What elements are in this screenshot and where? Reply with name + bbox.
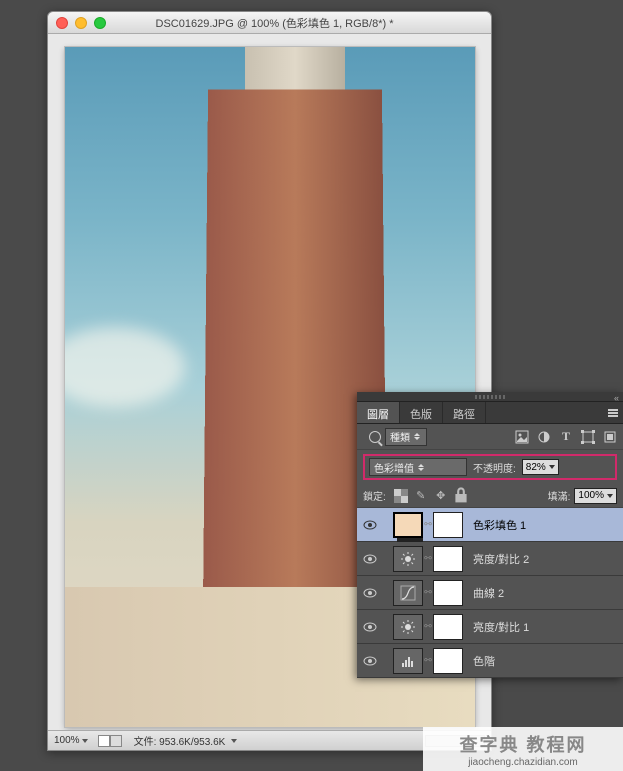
tab-paths[interactable]: 路徑 bbox=[443, 402, 486, 423]
link-icon[interactable]: ⚯ bbox=[423, 580, 433, 606]
fill-label: 填滿: bbox=[548, 488, 571, 503]
filter-shape-icon[interactable] bbox=[581, 430, 595, 444]
layer-name[interactable]: 色彩填色 1 bbox=[473, 517, 526, 533]
panel-grip[interactable]: « bbox=[357, 392, 623, 402]
mask-thumbnail[interactable] bbox=[433, 648, 463, 674]
layer-thumbnail[interactable] bbox=[393, 580, 423, 606]
tab-layers[interactable]: 圖層 bbox=[357, 402, 400, 423]
layer-name[interactable]: 亮度/對比 2 bbox=[473, 551, 529, 567]
window-title: DSC01629.JPG @ 100% (色彩填色 1, RGB/8*) * bbox=[66, 15, 483, 31]
link-icon[interactable]: ⚯ bbox=[423, 512, 433, 538]
visibility-toggle[interactable] bbox=[361, 584, 379, 602]
visibility-toggle[interactable] bbox=[361, 550, 379, 568]
layer-thumbnail[interactable] bbox=[393, 546, 423, 572]
layers-list: ⚯ 色彩填色 1 ⚯ 亮度/對比 2 ⚯ 曲線 2 bbox=[357, 508, 623, 678]
preview-mode-icons[interactable] bbox=[98, 735, 122, 747]
lock-all-icon[interactable] bbox=[454, 489, 468, 503]
layer-name[interactable]: 曲線 2 bbox=[473, 585, 504, 601]
layer-row[interactable]: ⚯ 亮度/對比 2 bbox=[357, 542, 623, 576]
visibility-toggle[interactable] bbox=[361, 516, 379, 534]
visibility-toggle[interactable] bbox=[361, 652, 379, 670]
zoom-level[interactable]: 100% bbox=[54, 735, 88, 746]
panel-menu-button[interactable] bbox=[603, 402, 623, 423]
tab-channels[interactable]: 色版 bbox=[400, 402, 443, 423]
filter-row: 種類 T bbox=[357, 424, 623, 450]
collapse-icon[interactable]: « bbox=[614, 393, 619, 403]
brightness-icon bbox=[400, 619, 416, 635]
chevron-down-icon[interactable] bbox=[231, 739, 237, 743]
layer-row[interactable]: ⚯ 亮度/對比 1 bbox=[357, 610, 623, 644]
chevron-down-icon bbox=[549, 465, 555, 469]
zoom-value: 100% bbox=[54, 735, 80, 746]
layer-thumbnail[interactable] bbox=[393, 512, 423, 538]
blend-opacity-row: 色彩增值 不透明度: 82% bbox=[363, 454, 617, 480]
mask-thumbnail[interactable] bbox=[433, 580, 463, 606]
layer-name[interactable]: 色階 bbox=[473, 653, 495, 669]
lock-label: 鎖定: bbox=[363, 488, 386, 503]
filter-adjust-icon[interactable] bbox=[537, 430, 551, 444]
watermark: 查字典 教程网 jiaocheng.chazidian.com bbox=[423, 727, 623, 771]
search-icon bbox=[369, 431, 381, 443]
blend-mode-value: 色彩增值 bbox=[374, 460, 414, 475]
watermark-url: jiaocheng.chazidian.com bbox=[468, 757, 578, 768]
blend-mode-dropdown[interactable]: 色彩增值 bbox=[369, 458, 467, 476]
filter-smart-icon[interactable] bbox=[603, 430, 617, 444]
link-icon[interactable]: ⚯ bbox=[423, 546, 433, 572]
kind-label: 種類 bbox=[390, 429, 410, 444]
lock-fill-row: 鎖定: ✎ ✥ 填滿: 100% bbox=[357, 484, 623, 508]
opacity-label: 不透明度: bbox=[473, 460, 516, 475]
grip-icon bbox=[475, 395, 505, 399]
mask-thumbnail[interactable] bbox=[433, 546, 463, 572]
brightness-icon bbox=[400, 551, 416, 567]
layer-name[interactable]: 亮度/對比 1 bbox=[473, 619, 529, 635]
filesize-label: 文件: bbox=[134, 737, 157, 748]
opacity-input[interactable]: 82% bbox=[522, 459, 559, 475]
filter-pixel-icon[interactable] bbox=[515, 430, 529, 444]
filter-icons: T bbox=[515, 430, 617, 444]
link-icon[interactable]: ⚯ bbox=[423, 648, 433, 674]
lock-pixels-icon[interactable]: ✎ bbox=[414, 489, 428, 503]
fill-input[interactable]: 100% bbox=[574, 488, 617, 504]
levels-icon bbox=[400, 653, 416, 669]
fill-value: 100% bbox=[578, 490, 604, 501]
visibility-toggle[interactable] bbox=[361, 618, 379, 636]
kind-dropdown[interactable]: 種類 bbox=[385, 428, 427, 446]
layer-thumbnail[interactable] bbox=[393, 648, 423, 674]
opacity-value: 82% bbox=[526, 462, 546, 473]
lock-transparency-icon[interactable] bbox=[394, 489, 408, 503]
layer-row[interactable]: ⚯ 色彩填色 1 bbox=[357, 508, 623, 542]
layer-thumbnail[interactable] bbox=[393, 614, 423, 640]
link-icon[interactable]: ⚯ bbox=[423, 614, 433, 640]
chevron-down-icon bbox=[607, 494, 613, 498]
mask-thumbnail[interactable] bbox=[433, 512, 463, 538]
panel-tabs: 圖層 色版 路徑 bbox=[357, 402, 623, 424]
filter-type-icon[interactable]: T bbox=[559, 430, 573, 444]
layers-panel: « 圖層 色版 路徑 種類 T 色彩增值 不透明度: 82% bbox=[357, 392, 623, 678]
chevron-down-icon[interactable] bbox=[82, 739, 88, 743]
lock-position-icon[interactable]: ✥ bbox=[434, 489, 448, 503]
layer-row[interactable]: ⚯ 曲線 2 bbox=[357, 576, 623, 610]
titlebar[interactable]: DSC01629.JPG @ 100% (色彩填色 1, RGB/8*) * bbox=[48, 12, 491, 34]
curves-icon bbox=[400, 585, 416, 601]
watermark-title: 查字典 教程网 bbox=[459, 731, 586, 757]
layer-row[interactable]: ⚯ 色階 bbox=[357, 644, 623, 678]
menu-icon bbox=[608, 409, 618, 417]
mask-thumbnail[interactable] bbox=[433, 614, 463, 640]
filesize-display: 文件: 953.6K/953.6K bbox=[134, 733, 226, 748]
filesize-value: 953.6K/953.6K bbox=[159, 737, 225, 748]
